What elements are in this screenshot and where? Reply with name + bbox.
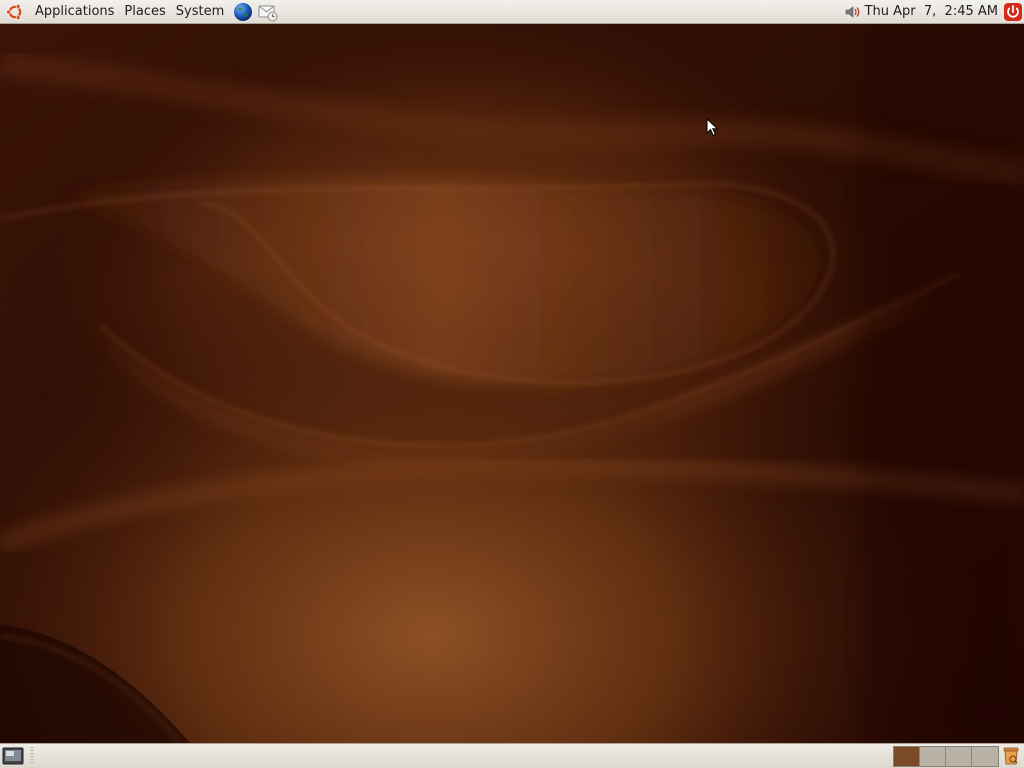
workspace-1[interactable] xyxy=(894,746,920,766)
places-menu[interactable]: Places xyxy=(119,0,170,24)
bottom-panel xyxy=(0,743,1024,768)
ubuntu-logo-icon[interactable] xyxy=(4,1,26,23)
workspace-switcher xyxy=(893,745,999,767)
web-browser-icon[interactable] xyxy=(232,1,254,23)
desktop-wallpaper[interactable] xyxy=(0,24,1024,743)
workspace-2[interactable] xyxy=(920,746,946,766)
power-icon[interactable] xyxy=(1002,1,1024,23)
panel-handle[interactable] xyxy=(30,747,34,765)
system-menu[interactable]: System xyxy=(171,0,229,24)
top-panel: Applications Places System Thu Apr 7, 2:… xyxy=(0,0,1024,24)
applications-menu[interactable]: Applications xyxy=(30,0,119,24)
trash-icon[interactable] xyxy=(1000,745,1022,767)
clock[interactable]: Thu Apr 7, 2:45 AM xyxy=(863,0,1002,24)
volume-icon[interactable] xyxy=(841,1,863,23)
workspace-4[interactable] xyxy=(972,746,998,766)
mouse-cursor-icon xyxy=(706,117,720,142)
main-menu-bar: Applications Places System xyxy=(0,0,279,24)
email-client-icon[interactable] xyxy=(257,1,279,23)
notification-area: Thu Apr 7, 2:45 AM xyxy=(841,0,1024,24)
workspace-3[interactable] xyxy=(946,746,972,766)
show-desktop-icon[interactable] xyxy=(2,746,24,766)
